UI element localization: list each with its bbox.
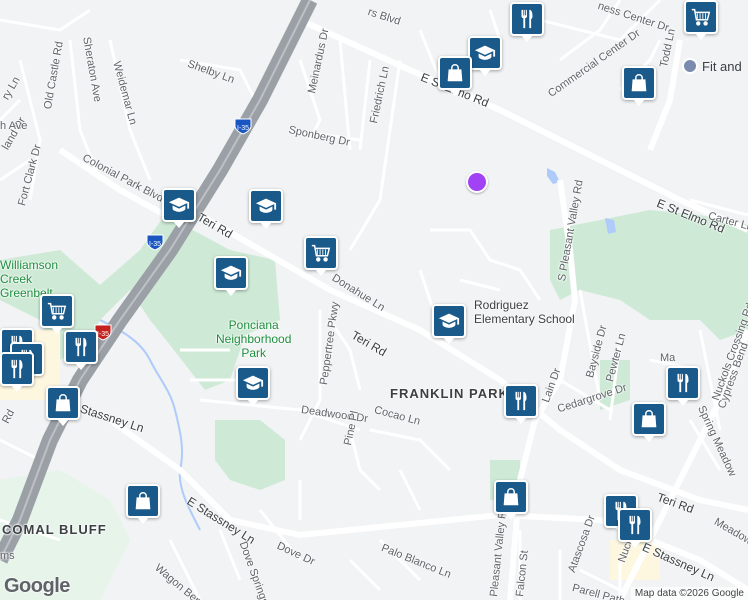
school-icon	[220, 262, 242, 284]
interstate-shield-icon: I-35	[234, 118, 252, 135]
map-attribution: Map data ©2026 Google	[630, 587, 748, 600]
map-canvas[interactable]: Sheraton Ave Old Castle Rd Weidemar Ln S…	[0, 0, 748, 600]
restaurant-marker[interactable]	[64, 330, 98, 370]
park-label: Ponciana Neighborhood Park	[216, 318, 292, 360]
shopping-marker[interactable]	[46, 386, 80, 426]
shopping-icon	[638, 408, 660, 430]
school-marker[interactable]	[162, 188, 196, 228]
park-area	[215, 420, 285, 490]
street-label: Ma	[660, 352, 676, 364]
shopping-marker[interactable]	[494, 480, 528, 520]
shopping-marker[interactable]	[622, 66, 656, 106]
cart-marker[interactable]	[684, 0, 718, 40]
shopping-icon	[444, 62, 466, 84]
restaurant-icon	[516, 8, 538, 30]
neighborhood-label: COMAL BLUFF	[2, 522, 107, 537]
restaurant-marker[interactable]	[510, 2, 544, 42]
restaurant-icon	[70, 336, 92, 358]
shopping-icon	[52, 392, 74, 414]
shopping-marker[interactable]	[126, 484, 160, 524]
place-marker-icon[interactable]	[466, 171, 488, 193]
shopping-marker[interactable]	[438, 56, 472, 96]
shield-text: I-35	[237, 125, 249, 132]
street-label: ms	[0, 550, 15, 562]
shopping-icon	[132, 490, 154, 512]
neighborhood-label: FRANKLIN PARK	[390, 386, 509, 401]
school-label: Rodriguez Elementary School	[474, 298, 575, 326]
restaurant-icon	[624, 514, 646, 536]
cart-icon	[310, 242, 332, 264]
street-label: h Ave	[0, 120, 28, 132]
fitness-poi-label: Fit and	[702, 58, 742, 74]
fitness-poi[interactable]: Fit and	[682, 58, 742, 74]
shield-text: I-35	[149, 241, 161, 248]
shopping-icon	[628, 72, 650, 94]
school-icon	[255, 195, 277, 217]
school-icon	[242, 372, 264, 394]
restaurant-icon	[510, 390, 532, 412]
restaurant-marker[interactable]	[618, 508, 652, 548]
school-marker[interactable]	[214, 256, 248, 296]
interstate-shield-icon: I-35	[146, 234, 164, 251]
cart-marker[interactable]	[40, 294, 74, 334]
school-icon	[168, 194, 190, 216]
school-marker[interactable]	[432, 304, 466, 344]
shield-text: I-35	[97, 331, 109, 338]
shopping-icon	[500, 486, 522, 508]
shopping-marker[interactable]	[632, 402, 666, 442]
school-icon	[438, 310, 460, 332]
restaurant-icon	[672, 372, 694, 394]
fitness-poi-icon	[682, 58, 698, 74]
restaurant-icon	[6, 358, 28, 380]
cart-icon	[46, 300, 68, 322]
school-marker[interactable]	[236, 366, 270, 406]
google-logo: Google	[4, 575, 70, 597]
school-marker[interactable]	[249, 189, 283, 229]
school-icon	[474, 42, 496, 64]
school-marker[interactable]	[468, 36, 502, 76]
cart-marker[interactable]	[304, 236, 338, 276]
restaurant-marker[interactable]	[0, 352, 34, 392]
restaurant-marker[interactable]	[504, 384, 538, 424]
restaurant-marker[interactable]	[666, 366, 700, 406]
cart-icon	[690, 6, 712, 28]
